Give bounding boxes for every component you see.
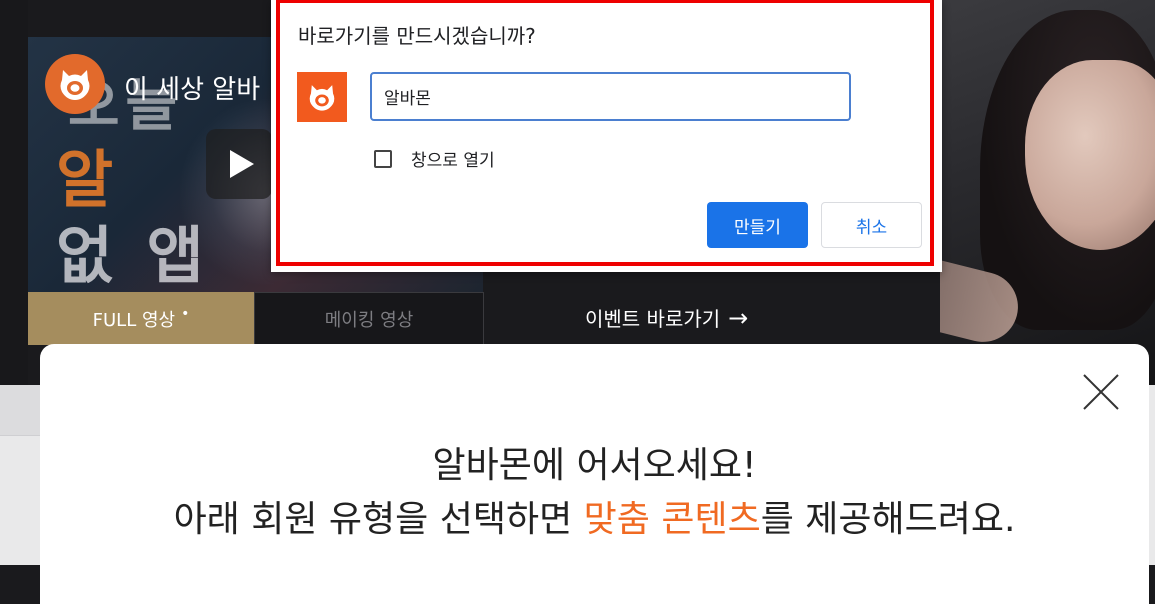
shortcut-dialog-title: 바로가기를 만드시겠습니까? [298,24,536,48]
event-link[interactable]: 이벤트 바로가기 → [585,303,748,332]
welcome-subtext-before: 아래 회원 유형을 선택하면 [173,499,584,540]
channel-logo-icon[interactable] [45,54,105,114]
open-as-window-checkbox[interactable] [374,150,392,168]
open-as-window-label[interactable]: 창으로 열기 [411,146,495,171]
tab-full-video[interactable]: FULL 영상 • [28,292,254,345]
tab-making-video-label: 메이킹 영상 [324,310,414,331]
albamon-logo-icon [60,70,90,100]
video-overlay-text-bottom: 없 앱 [56,219,210,292]
albamon-logo-icon [309,85,335,111]
close-icon[interactable] [1083,374,1119,410]
create-button[interactable]: 만들기 [707,202,808,248]
welcome-subtext-highlight: 맞춤 콘텐츠 [583,499,761,540]
hero-image [940,0,1155,385]
app-icon [297,72,347,122]
arrow-right-icon: → [728,303,749,332]
welcome-heading: 알바몬에 어서오세요! [432,445,757,486]
welcome-modal: 알바몬에 어서오세요! 아래 회원 유형을 선택하면 맞춤 콘텐츠를 제공해드려… [40,344,1149,604]
welcome-subtext-after: 를 제공해드려요. [760,499,1016,540]
event-link-label: 이벤트 바로가기 [585,307,721,331]
page-background-strip [0,385,40,436]
tab-active-dot: • [181,305,190,322]
cancel-button[interactable]: 취소 [821,202,922,248]
play-icon [230,150,254,178]
close-x-icon [1083,374,1119,410]
welcome-subtext: 아래 회원 유형을 선택하면 맞춤 콘텐츠를 제공해드려요. [40,490,1149,542]
shortcut-name-input[interactable] [370,72,851,121]
video-channel-title: 이 세상 알바 [124,75,261,105]
tab-making-video[interactable]: 메이킹 영상 [254,292,484,346]
shortcut-dialog: 바로가기를 만드시겠습니까? 창으로 열기 만들기 취소 [276,0,934,266]
tab-full-video-label: FULL 영상 [92,309,176,331]
page-background-left [0,0,28,385]
play-button[interactable] [206,129,272,199]
